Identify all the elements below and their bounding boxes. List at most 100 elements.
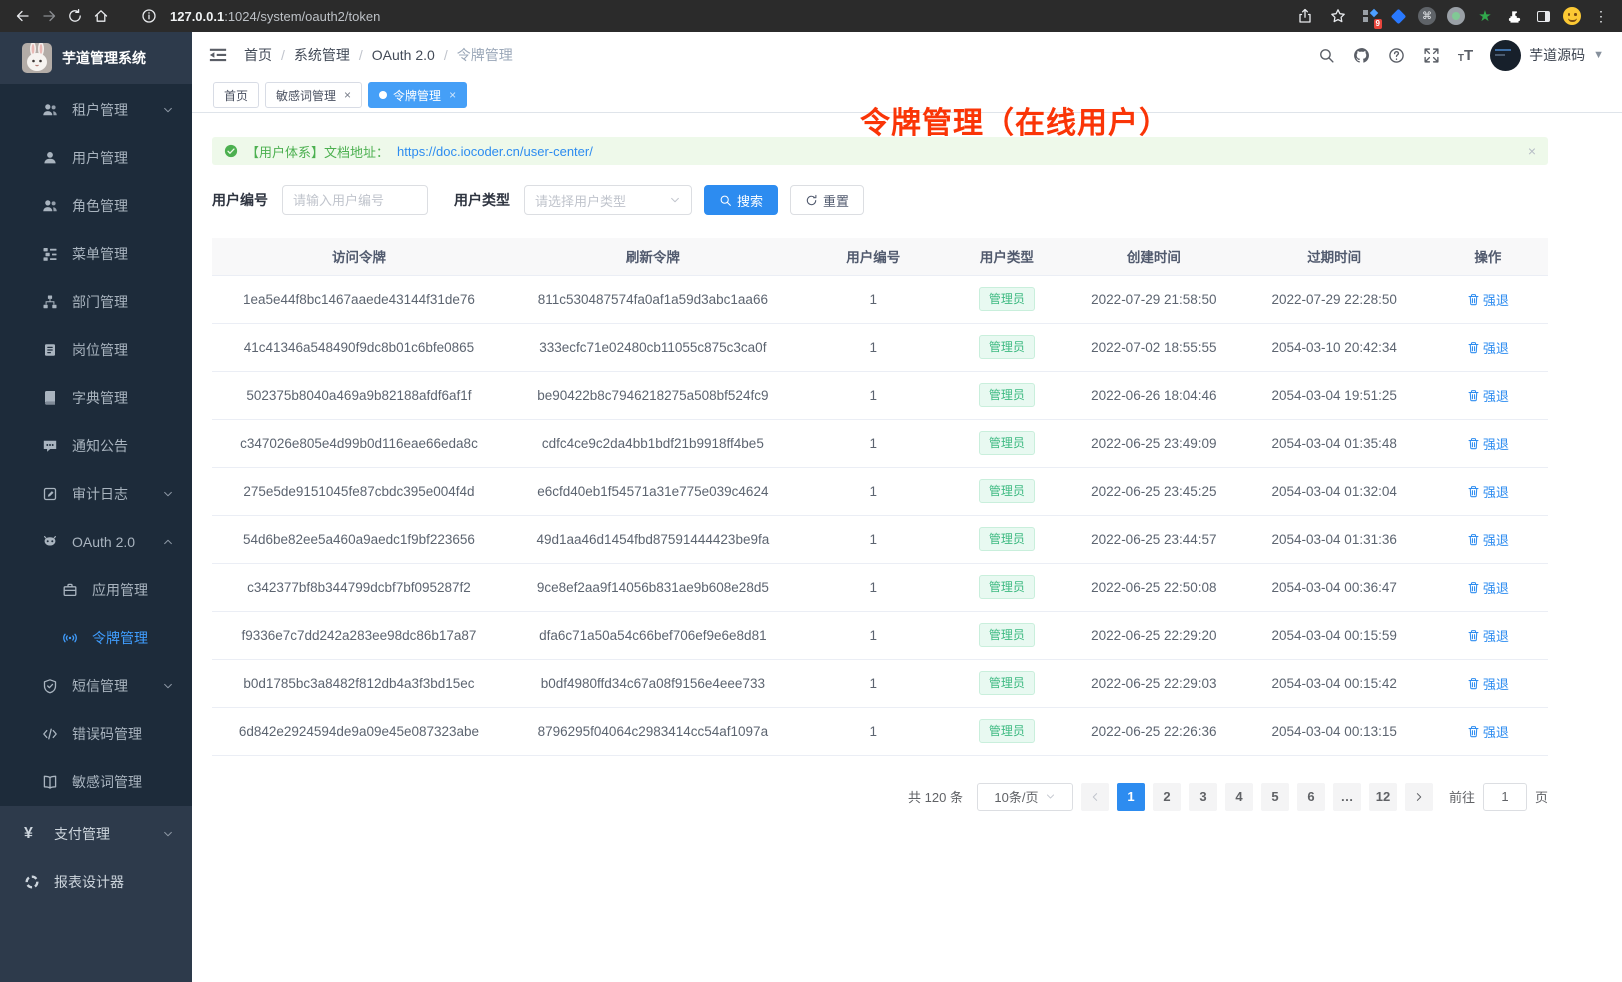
prev-page-button[interactable] xyxy=(1081,783,1109,811)
puzzle-extensions-icon[interactable] xyxy=(1503,5,1525,27)
alert-doc-link[interactable]: https://doc.iocoder.cn/user-center/ xyxy=(397,144,593,159)
share-icon[interactable] xyxy=(1292,3,1318,29)
star-extension-icon[interactable]: ★ xyxy=(1474,5,1496,27)
page-button-2[interactable]: 2 xyxy=(1153,783,1181,811)
force-logout-button[interactable]: 强退 xyxy=(1467,434,1509,453)
user-type-badge: 管理员 xyxy=(979,671,1035,695)
alert-close-icon[interactable]: × xyxy=(1528,143,1536,159)
user-menu[interactable]: 芋道源码 ▼ xyxy=(1490,40,1604,71)
forward-icon[interactable] xyxy=(36,3,62,29)
home-icon[interactable] xyxy=(88,3,114,29)
cell: 54d6be82ee5a460a9aedc1f9bf223656 xyxy=(212,515,506,563)
command-extension-icon[interactable]: ⌘ xyxy=(1416,5,1438,27)
column-header: 创建时间 xyxy=(1067,238,1241,275)
address-bar[interactable]: 127.0.0.1:1024/system/oauth2/token xyxy=(136,3,1292,29)
sidebar-item-10[interactable]: 应用管理 xyxy=(0,566,192,614)
user-type-badge: 管理员 xyxy=(979,287,1035,311)
sidebar-item-7[interactable]: 通知公告 xyxy=(0,422,192,470)
sidebar-item-6[interactable]: 字典管理 xyxy=(0,374,192,422)
cell: 2054-03-04 19:51:25 xyxy=(1241,371,1428,419)
action-cell: 强退 xyxy=(1428,371,1548,419)
font-size-icon[interactable]: TT xyxy=(1458,47,1473,64)
github-icon[interactable] xyxy=(1353,46,1371,64)
sidebar-item-14[interactable]: 敏感词管理 xyxy=(0,758,192,806)
force-logout-button[interactable]: 强退 xyxy=(1467,338,1509,357)
page-button-5[interactable]: 5 xyxy=(1261,783,1289,811)
chevron-down-icon xyxy=(162,680,174,692)
close-icon[interactable]: × xyxy=(344,88,351,102)
tab-2[interactable]: 令牌管理× xyxy=(368,82,467,108)
page-ellipsis[interactable]: … xyxy=(1333,783,1361,811)
sidebar-item-4[interactable]: 部门管理 xyxy=(0,278,192,326)
breadcrumb-item-2[interactable]: OAuth 2.0 xyxy=(372,47,435,63)
force-logout-button[interactable]: 强退 xyxy=(1467,530,1509,549)
breadcrumb-item-1[interactable]: 系统管理 xyxy=(294,45,350,65)
chevron-left-icon xyxy=(1089,791,1101,803)
page-button-3[interactable]: 3 xyxy=(1189,783,1217,811)
next-page-button[interactable] xyxy=(1405,783,1433,811)
bookmark-star-icon[interactable] xyxy=(1325,3,1351,29)
sidebar-item-13[interactable]: 错误码管理 xyxy=(0,710,192,758)
refresh-icon xyxy=(805,194,818,207)
tab-0[interactable]: 首页 xyxy=(213,82,259,108)
back-icon[interactable] xyxy=(10,3,36,29)
force-logout-button[interactable]: 强退 xyxy=(1467,290,1509,309)
sidebar-item-label: 敏感词管理 xyxy=(72,772,142,792)
user-type-cell: 管理员 xyxy=(947,323,1067,371)
force-logout-button[interactable]: 强退 xyxy=(1467,626,1509,645)
page-button-12[interactable]: 12 xyxy=(1369,783,1397,811)
sidebar-menu: 租户管理用户管理角色管理菜单管理部门管理岗位管理字典管理通知公告审计日志OAut… xyxy=(0,84,192,806)
sidebar-item-8[interactable]: 审计日志 xyxy=(0,470,192,518)
chevron-down-icon xyxy=(669,194,681,206)
page-button-6[interactable]: 6 xyxy=(1297,783,1325,811)
table-row-2: 502375b8040a469a9b82188afdf6af1fbe90422b… xyxy=(212,371,1548,419)
recorder-extension-icon[interactable] xyxy=(1445,5,1467,27)
page-size-select[interactable]: 10条/页 xyxy=(977,783,1073,811)
sidebar-item-15[interactable]: ¥支付管理 xyxy=(0,810,192,858)
goto-page-input[interactable] xyxy=(1483,783,1527,811)
user-id-input[interactable] xyxy=(282,185,428,215)
sidebar-item-5[interactable]: 岗位管理 xyxy=(0,326,192,374)
tab-1[interactable]: 敏感词管理× xyxy=(265,82,362,108)
user-type-cell: 管理员 xyxy=(947,515,1067,563)
force-logout-button[interactable]: 强退 xyxy=(1467,722,1509,741)
collapse-menu-icon[interactable] xyxy=(208,45,228,65)
search-icon[interactable] xyxy=(1318,46,1336,64)
sidebar-item-9[interactable]: OAuth 2.0 xyxy=(0,518,192,566)
reload-icon[interactable] xyxy=(62,3,88,29)
fullscreen-icon[interactable] xyxy=(1423,46,1441,64)
search-button[interactable]: 搜索 xyxy=(704,185,778,215)
app-logo[interactable]: 芋道管理系统 xyxy=(0,32,192,84)
profile-emoji-icon[interactable] xyxy=(1561,5,1583,27)
browser-menu-icon[interactable]: ⋮ xyxy=(1590,5,1612,27)
sidebar-item-label: 应用管理 xyxy=(92,580,148,600)
pagination-total: 共 120 条 xyxy=(908,787,963,806)
breadcrumb-item-0[interactable]: 首页 xyxy=(244,45,272,65)
sidebar-item-3[interactable]: 菜单管理 xyxy=(0,230,192,278)
user-type-select[interactable]: 请选择用户类型 xyxy=(524,185,692,215)
page-button-4[interactable]: 4 xyxy=(1225,783,1253,811)
reset-button[interactable]: 重置 xyxy=(790,185,864,215)
page-button-1[interactable]: 1 xyxy=(1117,783,1145,811)
close-icon[interactable]: × xyxy=(449,88,456,102)
help-icon[interactable] xyxy=(1388,46,1406,64)
force-logout-button[interactable]: 强退 xyxy=(1467,674,1509,693)
extension-grid-icon[interactable]: 9 xyxy=(1358,5,1380,27)
info-icon[interactable] xyxy=(136,3,162,29)
force-logout-button[interactable]: 强退 xyxy=(1467,386,1509,405)
cell: c342377bf8b344799dcbf7bf095287f2 xyxy=(212,563,506,611)
cell: 49d1aa46d1454fbd87591444423be9fa xyxy=(506,515,800,563)
sidebar-item-0[interactable]: 租户管理 xyxy=(0,86,192,134)
force-logout-button[interactable]: 强退 xyxy=(1467,578,1509,597)
side-panel-icon[interactable] xyxy=(1532,5,1554,27)
sidebar-item-label: 令牌管理 xyxy=(92,628,148,648)
pay-icon: ¥ xyxy=(24,826,40,842)
sidebar-item-1[interactable]: 用户管理 xyxy=(0,134,192,182)
sidebar-item-11[interactable]: 令牌管理 xyxy=(0,614,192,662)
force-logout-button[interactable]: 强退 xyxy=(1467,482,1509,501)
gem-extension-icon[interactable] xyxy=(1387,5,1409,27)
sidebar-item-16[interactable]: 报表设计器 xyxy=(0,858,192,906)
sidebar-item-12[interactable]: 短信管理 xyxy=(0,662,192,710)
url-host: 127.0.0.1 xyxy=(170,9,224,24)
sidebar-item-2[interactable]: 角色管理 xyxy=(0,182,192,230)
